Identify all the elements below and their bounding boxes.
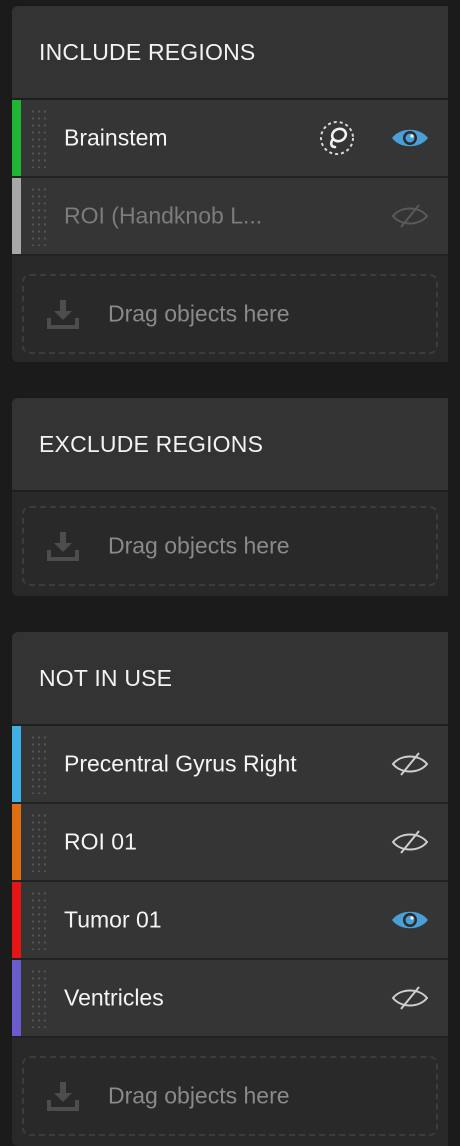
list-item-brainstem[interactable]: Brainstem xyxy=(12,100,448,178)
list-item-precentral-gyrus-right[interactable]: Precentral Gyrus Right xyxy=(12,726,448,804)
focus-lasso-icon[interactable] xyxy=(318,119,356,157)
list-item-tumor-01[interactable]: Tumor 01 xyxy=(12,882,448,960)
include-regions-title: INCLUDE REGIONS xyxy=(39,38,256,65)
download-tray-icon xyxy=(47,300,79,329)
eye-icon[interactable] xyxy=(390,124,430,152)
color-swatch xyxy=(12,178,21,254)
drop-zone-label: Drag objects here xyxy=(108,1082,290,1109)
eye-slash-icon[interactable] xyxy=(390,750,430,778)
eye-slash-icon[interactable] xyxy=(390,984,430,1012)
drop-zone-label: Drag objects here xyxy=(108,300,290,327)
list-item-ventricles[interactable]: Ventricles xyxy=(12,960,448,1038)
drag-handle[interactable] xyxy=(30,186,46,246)
color-swatch xyxy=(12,726,21,802)
include-regions-header: INCLUDE REGIONS xyxy=(12,6,448,100)
exclude-regions-title: EXCLUDE REGIONS xyxy=(39,430,264,457)
eye-icon[interactable] xyxy=(390,906,430,934)
download-tray-icon xyxy=(47,532,79,561)
color-swatch xyxy=(12,100,21,176)
item-label: ROI 01 xyxy=(64,828,137,855)
item-label: ROI (Handknob L... xyxy=(64,202,263,229)
not-in-use-title: NOT IN USE xyxy=(39,664,173,691)
exclude-regions-panel: EXCLUDE REGIONS Drag objects here xyxy=(12,398,448,596)
item-label: Brainstem xyxy=(64,124,168,151)
eye-slash-icon[interactable] xyxy=(390,828,430,856)
drag-handle[interactable] xyxy=(30,968,46,1028)
exclude-drop-zone[interactable]: Drag objects here xyxy=(22,506,438,586)
include-regions-panel: INCLUDE REGIONS Brainstem ROI (Handknob … xyxy=(12,6,448,362)
drop-zone-label: Drag objects here xyxy=(108,532,290,559)
download-tray-icon xyxy=(47,1082,79,1111)
color-swatch xyxy=(12,960,21,1036)
drag-handle[interactable] xyxy=(30,890,46,950)
drag-handle[interactable] xyxy=(30,734,46,794)
list-item-roi-01[interactable]: ROI 01 xyxy=(12,804,448,882)
list-item-roi-handknob[interactable]: ROI (Handknob L... xyxy=(12,178,448,256)
include-drop-zone[interactable]: Drag objects here xyxy=(22,274,438,354)
drag-handle[interactable] xyxy=(30,812,46,872)
color-swatch xyxy=(12,882,21,958)
exclude-regions-header: EXCLUDE REGIONS xyxy=(12,398,448,492)
not-in-use-header: NOT IN USE xyxy=(12,632,448,726)
item-label: Ventricles xyxy=(64,984,164,1011)
item-label: Tumor 01 xyxy=(64,906,162,933)
not-in-use-drop-zone[interactable]: Drag objects here xyxy=(22,1056,438,1136)
color-swatch xyxy=(12,804,21,880)
drag-handle[interactable] xyxy=(30,108,46,168)
eye-slash-icon[interactable] xyxy=(390,202,430,230)
not-in-use-panel: NOT IN USE Precentral Gyrus Right ROI 01… xyxy=(12,632,448,1146)
item-label: Precentral Gyrus Right xyxy=(64,750,297,777)
